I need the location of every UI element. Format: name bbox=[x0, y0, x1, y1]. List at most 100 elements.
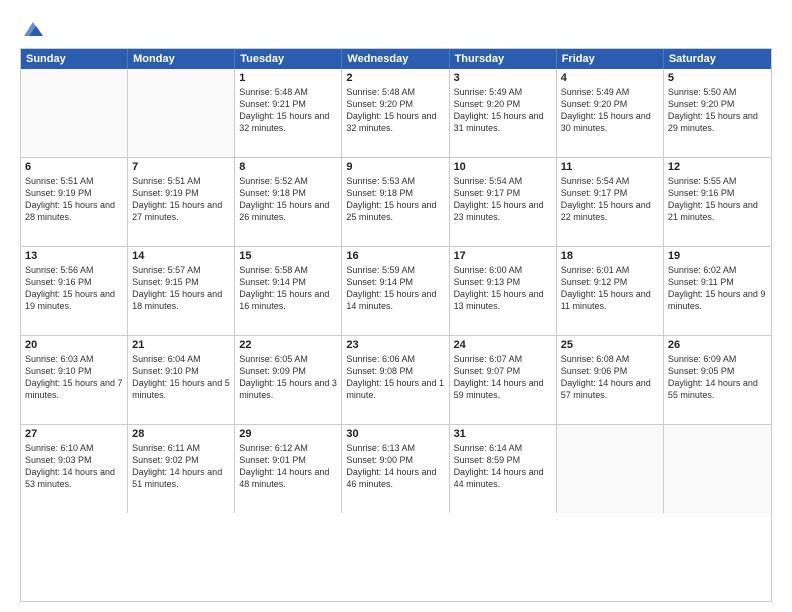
calendar-cell: 19Sunrise: 6:02 AMSunset: 9:11 PMDayligh… bbox=[664, 247, 771, 335]
cell-detail: Daylight: 15 hours and 7 minutes. bbox=[25, 377, 123, 401]
cell-detail: Sunrise: 5:55 AM bbox=[668, 175, 767, 187]
cell-detail: Sunset: 9:08 PM bbox=[346, 365, 444, 377]
calendar-cell: 17Sunrise: 6:00 AMSunset: 9:13 PMDayligh… bbox=[450, 247, 557, 335]
day-number: 1 bbox=[239, 72, 337, 84]
day-number: 7 bbox=[132, 161, 230, 173]
calendar-header-cell: Monday bbox=[128, 49, 235, 69]
calendar-body: 1Sunrise: 5:48 AMSunset: 9:21 PMDaylight… bbox=[21, 69, 771, 513]
cell-detail: Sunset: 9:18 PM bbox=[346, 187, 444, 199]
calendar-cell: 21Sunrise: 6:04 AMSunset: 9:10 PMDayligh… bbox=[128, 336, 235, 424]
day-number: 21 bbox=[132, 339, 230, 351]
cell-detail: Sunrise: 5:48 AM bbox=[346, 86, 444, 98]
cell-detail: Daylight: 15 hours and 13 minutes. bbox=[454, 288, 552, 312]
day-number: 28 bbox=[132, 428, 230, 440]
day-number: 10 bbox=[454, 161, 552, 173]
cell-detail: Sunset: 9:19 PM bbox=[25, 187, 123, 199]
day-number: 29 bbox=[239, 428, 337, 440]
day-number: 22 bbox=[239, 339, 337, 351]
cell-detail: Sunset: 9:03 PM bbox=[25, 454, 123, 466]
cell-detail: Daylight: 15 hours and 3 minutes. bbox=[239, 377, 337, 401]
day-number: 23 bbox=[346, 339, 444, 351]
cell-detail: Daylight: 15 hours and 30 minutes. bbox=[561, 110, 659, 134]
cell-detail: Sunset: 9:10 PM bbox=[25, 365, 123, 377]
cell-detail: Daylight: 15 hours and 23 minutes. bbox=[454, 199, 552, 223]
calendar-week: 27Sunrise: 6:10 AMSunset: 9:03 PMDayligh… bbox=[21, 424, 771, 513]
cell-detail: Daylight: 15 hours and 16 minutes. bbox=[239, 288, 337, 312]
cell-detail: Sunrise: 6:01 AM bbox=[561, 264, 659, 276]
cell-detail: Sunrise: 5:56 AM bbox=[25, 264, 123, 276]
calendar-cell: 12Sunrise: 5:55 AMSunset: 9:16 PMDayligh… bbox=[664, 158, 771, 246]
logo-icon bbox=[22, 18, 44, 40]
calendar-cell: 29Sunrise: 6:12 AMSunset: 9:01 PMDayligh… bbox=[235, 425, 342, 513]
cell-detail: Sunrise: 6:11 AM bbox=[132, 442, 230, 454]
cell-detail: Daylight: 15 hours and 22 minutes. bbox=[561, 199, 659, 223]
cell-detail: Sunset: 9:09 PM bbox=[239, 365, 337, 377]
cell-detail: Sunrise: 5:50 AM bbox=[668, 86, 767, 98]
calendar-cell: 26Sunrise: 6:09 AMSunset: 9:05 PMDayligh… bbox=[664, 336, 771, 424]
cell-detail: Sunrise: 6:09 AM bbox=[668, 353, 767, 365]
day-number: 20 bbox=[25, 339, 123, 351]
cell-detail: Sunrise: 5:59 AM bbox=[346, 264, 444, 276]
day-number: 5 bbox=[668, 72, 767, 84]
calendar-cell: 24Sunrise: 6:07 AMSunset: 9:07 PMDayligh… bbox=[450, 336, 557, 424]
calendar-cell: 15Sunrise: 5:58 AMSunset: 9:14 PMDayligh… bbox=[235, 247, 342, 335]
calendar-week: 20Sunrise: 6:03 AMSunset: 9:10 PMDayligh… bbox=[21, 335, 771, 424]
day-number: 26 bbox=[668, 339, 767, 351]
calendar-week: 6Sunrise: 5:51 AMSunset: 9:19 PMDaylight… bbox=[21, 157, 771, 246]
cell-detail: Sunrise: 5:53 AM bbox=[346, 175, 444, 187]
calendar-cell: 6Sunrise: 5:51 AMSunset: 9:19 PMDaylight… bbox=[21, 158, 128, 246]
calendar-cell: 3Sunrise: 5:49 AMSunset: 9:20 PMDaylight… bbox=[450, 69, 557, 157]
calendar-cell: 23Sunrise: 6:06 AMSunset: 9:08 PMDayligh… bbox=[342, 336, 449, 424]
cell-detail: Sunset: 9:01 PM bbox=[239, 454, 337, 466]
calendar-cell: 10Sunrise: 5:54 AMSunset: 9:17 PMDayligh… bbox=[450, 158, 557, 246]
calendar-cell: 1Sunrise: 5:48 AMSunset: 9:21 PMDaylight… bbox=[235, 69, 342, 157]
day-number: 16 bbox=[346, 250, 444, 262]
day-number: 18 bbox=[561, 250, 659, 262]
cell-detail: Daylight: 15 hours and 32 minutes. bbox=[239, 110, 337, 134]
cell-detail: Sunrise: 6:03 AM bbox=[25, 353, 123, 365]
calendar-cell: 4Sunrise: 5:49 AMSunset: 9:20 PMDaylight… bbox=[557, 69, 664, 157]
header bbox=[20, 18, 772, 40]
calendar-cell: 25Sunrise: 6:08 AMSunset: 9:06 PMDayligh… bbox=[557, 336, 664, 424]
cell-detail: Sunset: 9:14 PM bbox=[239, 276, 337, 288]
cell-detail: Daylight: 14 hours and 53 minutes. bbox=[25, 466, 123, 490]
cell-detail: Daylight: 15 hours and 26 minutes. bbox=[239, 199, 337, 223]
day-number: 30 bbox=[346, 428, 444, 440]
day-number: 9 bbox=[346, 161, 444, 173]
cell-detail: Daylight: 15 hours and 9 minutes. bbox=[668, 288, 767, 312]
cell-detail: Sunset: 9:17 PM bbox=[454, 187, 552, 199]
cell-detail: Sunset: 9:16 PM bbox=[668, 187, 767, 199]
day-number: 15 bbox=[239, 250, 337, 262]
day-number: 12 bbox=[668, 161, 767, 173]
calendar-header-cell: Saturday bbox=[664, 49, 771, 69]
cell-detail: Sunset: 9:18 PM bbox=[239, 187, 337, 199]
cell-detail: Sunset: 9:20 PM bbox=[561, 98, 659, 110]
cell-detail: Daylight: 15 hours and 31 minutes. bbox=[454, 110, 552, 134]
cell-detail: Sunrise: 6:06 AM bbox=[346, 353, 444, 365]
cell-detail: Sunrise: 5:57 AM bbox=[132, 264, 230, 276]
calendar-cell: 7Sunrise: 5:51 AMSunset: 9:19 PMDaylight… bbox=[128, 158, 235, 246]
calendar-cell: 18Sunrise: 6:01 AMSunset: 9:12 PMDayligh… bbox=[557, 247, 664, 335]
cell-detail: Sunset: 9:15 PM bbox=[132, 276, 230, 288]
cell-detail: Sunset: 9:10 PM bbox=[132, 365, 230, 377]
calendar-cell: 2Sunrise: 5:48 AMSunset: 9:20 PMDaylight… bbox=[342, 69, 449, 157]
cell-detail: Daylight: 14 hours and 55 minutes. bbox=[668, 377, 767, 401]
day-number: 3 bbox=[454, 72, 552, 84]
cell-detail: Sunset: 9:13 PM bbox=[454, 276, 552, 288]
calendar-cell bbox=[128, 69, 235, 157]
day-number: 2 bbox=[346, 72, 444, 84]
cell-detail: Daylight: 14 hours and 46 minutes. bbox=[346, 466, 444, 490]
cell-detail: Sunset: 9:20 PM bbox=[346, 98, 444, 110]
cell-detail: Daylight: 15 hours and 25 minutes. bbox=[346, 199, 444, 223]
calendar-cell: 16Sunrise: 5:59 AMSunset: 9:14 PMDayligh… bbox=[342, 247, 449, 335]
cell-detail: Daylight: 15 hours and 11 minutes. bbox=[561, 288, 659, 312]
cell-detail: Sunset: 9:21 PM bbox=[239, 98, 337, 110]
day-number: 8 bbox=[239, 161, 337, 173]
cell-detail: Sunset: 9:06 PM bbox=[561, 365, 659, 377]
calendar-cell bbox=[664, 425, 771, 513]
cell-detail: Daylight: 15 hours and 5 minutes. bbox=[132, 377, 230, 401]
cell-detail: Sunrise: 6:07 AM bbox=[454, 353, 552, 365]
cell-detail: Sunrise: 6:08 AM bbox=[561, 353, 659, 365]
calendar-week: 13Sunrise: 5:56 AMSunset: 9:16 PMDayligh… bbox=[21, 246, 771, 335]
cell-detail: Sunset: 9:20 PM bbox=[454, 98, 552, 110]
